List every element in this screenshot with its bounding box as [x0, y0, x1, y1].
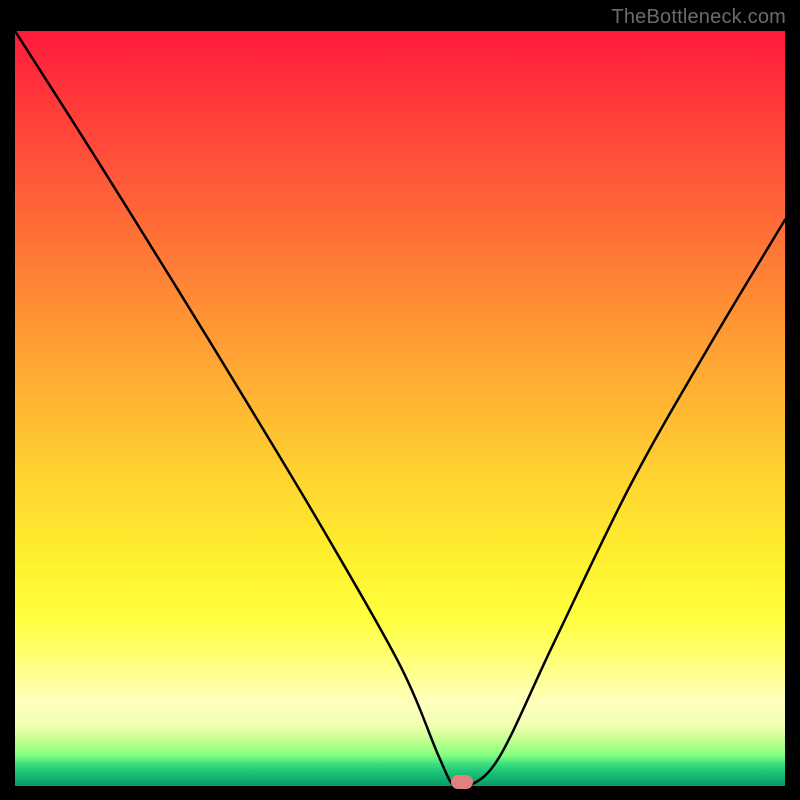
watermark-text: TheBottleneck.com	[611, 6, 786, 29]
optimal-point-marker	[451, 775, 473, 789]
chart-plot-area	[15, 31, 785, 786]
